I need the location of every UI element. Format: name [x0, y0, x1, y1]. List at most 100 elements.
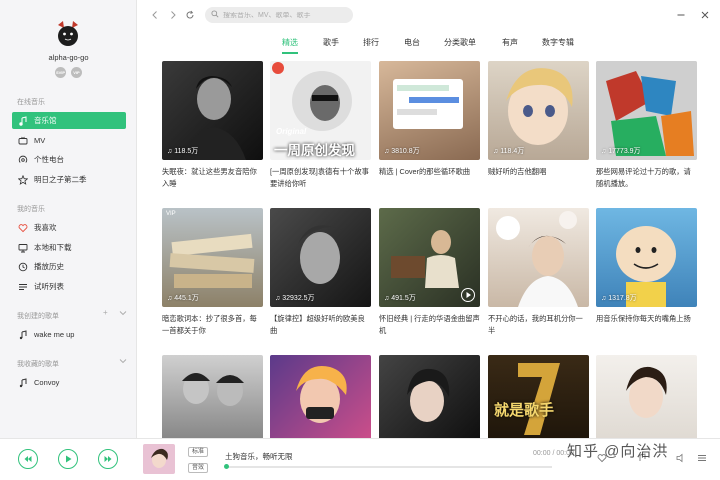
cover-subtext: Original — [276, 127, 307, 136]
sidebar-item-playlist-wake-me-up[interactable]: wake me up — [12, 326, 126, 343]
playlist-cover[interactable] — [162, 355, 263, 438]
playlist-title[interactable]: 贼好听的吉他翻唱 — [488, 166, 589, 178]
headphone-icon: ♫ — [275, 294, 281, 302]
playlist-title[interactable]: 不开心的话，我的耳机分你一半 — [488, 313, 589, 337]
chevron-down-icon[interactable] — [119, 357, 127, 367]
play-icon — [66, 455, 72, 463]
app-window: alpha-go-go SVIP VIP 在线音乐 音乐馆 MV 个性电台 明日… — [0, 0, 720, 480]
playlist-cover[interactable] — [270, 355, 371, 438]
now-playing-cover[interactable] — [143, 444, 175, 474]
volume-icon[interactable] — [676, 453, 686, 465]
progress-handle[interactable] — [224, 464, 229, 469]
playlist-title[interactable]: 失眠夜：就让这些男友音陪你入睡 — [162, 166, 263, 190]
sidebar-item-history[interactable]: 播放历史 — [12, 258, 126, 275]
minimize-icon[interactable] — [675, 9, 687, 21]
play-count: ♫ 118.4万 — [493, 147, 525, 156]
sidebar-item-label: Convoy — [34, 378, 60, 387]
play-count: ♫ 3810.8万 — [384, 147, 420, 156]
playlist-cover[interactable]: ♫ 118.4万 — [488, 61, 589, 160]
search-box[interactable] — [205, 7, 353, 23]
playlist-title[interactable]: [一周原创发现]袁德有十个故事要讲给你听 — [270, 166, 371, 190]
headphone-icon: ♫ — [601, 294, 607, 302]
refresh-icon[interactable] — [184, 9, 196, 21]
chevron-down-icon[interactable] — [119, 309, 127, 319]
sidebar-item-label: 本地和下载 — [34, 243, 72, 252]
sidebar-item-radio[interactable]: 个性电台 — [12, 151, 126, 168]
playlist-cover[interactable]: ♫ 32932.5万 — [270, 208, 371, 307]
headphone-icon: ♫ — [384, 147, 390, 155]
close-icon[interactable] — [699, 9, 711, 21]
avatar[interactable] — [54, 19, 82, 47]
playlist-cover[interactable]: ♫ 1317.8万 — [596, 208, 697, 307]
playlist-cover[interactable]: Original 一周原创发现 — [270, 61, 371, 160]
play-count: ♫ 17773.9万 — [601, 147, 641, 156]
section-title-online: 在线音乐 — [17, 99, 45, 106]
playlist-title[interactable]: 那些网易评论过十万的歌，请随机播放。 — [596, 166, 697, 190]
list-icon — [18, 282, 28, 292]
next-button[interactable] — [98, 449, 118, 469]
tab-charts[interactable]: 排行 — [363, 37, 379, 48]
tab-radio[interactable]: 电台 — [404, 37, 420, 48]
play-count: ♫ 445.1万 — [167, 294, 199, 303]
sidebar-item-label: 试听列表 — [34, 282, 64, 291]
username: alpha-go-go — [48, 53, 89, 62]
sidebar-item-label: 音乐馆 — [34, 116, 57, 125]
playlist-cover[interactable] — [488, 208, 589, 307]
play-button[interactable] — [58, 449, 78, 469]
tab-categories[interactable]: 分类歌单 — [444, 37, 476, 48]
headphone-icon: ♫ — [601, 147, 607, 155]
section-title-collected: 我收藏的歌单 — [17, 361, 59, 368]
playlist-title[interactable]: 用音乐保持你每天的嘴角上扬 — [596, 313, 697, 325]
add-icon[interactable]: + — [103, 308, 108, 317]
playlist-cover[interactable]: ♫ 17773.9万 — [596, 61, 697, 160]
playlist-cover[interactable]: 就是歌手 — [488, 355, 589, 438]
music-note-icon — [18, 329, 28, 340]
back-icon[interactable] — [149, 9, 161, 21]
tab-digital-album[interactable]: 数字专辑 — [542, 37, 574, 48]
play-icon[interactable] — [461, 288, 475, 302]
previous-button[interactable] — [18, 449, 38, 469]
svip-badge-icon[interactable]: SVIP — [55, 67, 66, 78]
playlist-title[interactable]: 暗恋歌词本：抄了很多首，每一首都关于你 — [162, 313, 263, 337]
effect-tag[interactable]: 音效 — [188, 463, 209, 473]
music-note-icon — [18, 115, 28, 126]
sidebar-item-local[interactable]: 本地和下载 — [12, 239, 126, 256]
quality-tag[interactable]: 标准 — [188, 447, 209, 457]
sidebar-item-mv[interactable]: MV — [12, 132, 126, 149]
sidebar-item-music-hall[interactable]: 音乐馆 — [12, 112, 126, 129]
playlist-cover[interactable]: ♫ 3810.8万 — [379, 61, 480, 160]
radio-icon — [18, 155, 28, 165]
play-count: ♫ 118.5万 — [167, 147, 199, 156]
sidebar-item-favorites[interactable]: 我喜欢 — [12, 219, 126, 236]
play-count: ♫ 32932.5万 — [275, 294, 315, 303]
category-tabs: 精选 歌手 排行 电台 分类歌单 有声 数字专辑 — [137, 34, 720, 54]
playlist-icon[interactable] — [697, 453, 707, 465]
playlist-title[interactable]: 精选 | Cover的那些循环歌曲 — [379, 166, 480, 178]
playlist-title[interactable]: 怀旧经典 | 行走的华语金曲留声机 — [379, 313, 480, 337]
tab-audio[interactable]: 有声 — [502, 37, 518, 48]
tab-featured[interactable]: 精选 — [282, 37, 298, 48]
search-input[interactable] — [223, 11, 348, 19]
playlist-cover[interactable]: ♫ 491.5万 — [379, 208, 480, 307]
vip-badge-icon[interactable]: VIP — [71, 67, 82, 78]
sidebar-item-playlist-convoy[interactable]: Convoy — [12, 374, 126, 391]
forward-icon[interactable] — [167, 9, 179, 21]
tv-icon — [18, 136, 28, 146]
progress-bar[interactable] — [225, 466, 552, 468]
playlist-title[interactable]: 【旋律控】超级好听的欧美良曲 — [270, 313, 371, 337]
playlist-cover[interactable] — [596, 355, 697, 438]
playlist-cover[interactable]: VIP ♫ 445.1万 — [162, 208, 263, 307]
watermark: 知乎 @向治洪 — [567, 443, 669, 460]
playlist-cover[interactable]: ♫ 118.5万 — [162, 61, 263, 160]
sidebar-item-label: 个性电台 — [34, 155, 64, 164]
sidebar-item-label: 我喜欢 — [34, 223, 57, 232]
top-bar — [137, 0, 720, 34]
headphone-icon: ♫ — [167, 147, 173, 155]
heart-icon — [18, 223, 28, 233]
sidebar-item-show[interactable]: 明日之子第二季 — [12, 171, 126, 188]
play-count: ♫ 491.5万 — [384, 294, 416, 303]
tab-singers[interactable]: 歌手 — [323, 37, 339, 48]
playlist-cover[interactable] — [379, 355, 480, 438]
sidebar-item-trial-list[interactable]: 试听列表 — [12, 278, 126, 295]
sidebar: alpha-go-go SVIP VIP 在线音乐 音乐馆 MV 个性电台 明日… — [0, 0, 137, 438]
